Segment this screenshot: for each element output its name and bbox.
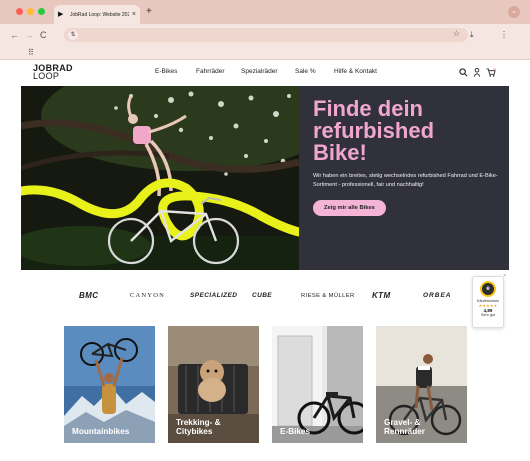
hero-headline: Finde dein refurbished Bike!: [313, 98, 503, 164]
minimize-window-button[interactable]: [27, 8, 34, 15]
jobrad-loop-logo[interactable]: JOBRAD LOOP: [33, 64, 73, 81]
category-label-mountainbikes: Mountainbikes: [72, 427, 129, 436]
tab-close-icon[interactable]: ×: [132, 11, 136, 18]
logo-line-2: LOOP: [33, 71, 60, 81]
brand-cube-logo[interactable]: CUBE: [252, 292, 272, 299]
brand-canyon-logo[interactable]: CANYON: [130, 292, 165, 299]
site-header: JOBRAD LOOP E-Bikes Fahrräder Spezialräd…: [0, 60, 530, 86]
show-all-bikes-button[interactable]: Zeig mir alle Bikes: [313, 200, 386, 216]
play-favicon-icon: ▶: [58, 10, 64, 18]
rating-label: Sehr gut: [480, 313, 496, 317]
site-settings-icon[interactable]: ⇅: [68, 30, 78, 40]
back-icon[interactable]: ←: [10, 29, 19, 41]
badge-close-icon[interactable]: ×: [503, 273, 506, 279]
category-label-line-1: Trekking- &: [176, 418, 221, 427]
trusted-shops-badge[interactable]: × e Käuferschutz ★★★★★ 4,89 Sehr gut: [472, 273, 506, 328]
category-label-e-bikes: E-Bikes: [280, 427, 310, 436]
category-label-line-1: Gravel- &: [384, 418, 421, 427]
nav-item-hilfe-kontakt[interactable]: Hilfe & Kontakt: [334, 68, 377, 75]
category-tile-e-bikes[interactable]: E-Bikes: [272, 326, 363, 443]
category-label-line-2: Citybikes: [176, 427, 213, 436]
forward-icon[interactable]: →: [25, 29, 34, 41]
account-icon[interactable]: [473, 68, 481, 77]
category-label-gravel-rennraeder: Gravel- & Rennräder: [384, 418, 425, 436]
brand-ktm-logo[interactable]: KTM: [372, 291, 391, 300]
apps-grid-icon[interactable]: ⠿: [28, 48, 34, 57]
browser-tab[interactable]: ▶ JobRad Loop: Website 2025 ... ×: [54, 5, 140, 24]
cart-icon[interactable]: [486, 68, 496, 77]
bookmarks-bar: ⠿: [0, 46, 530, 60]
tab-title: JobRad Loop: Website 2025 ...: [70, 11, 129, 18]
close-window-button[interactable]: [16, 8, 23, 15]
brand-riese-mueller-logo[interactable]: RIESE & MÜLLER: [301, 293, 355, 299]
hero-headline-line-2: refurbished: [313, 118, 435, 143]
category-tile-trekking-citybikes[interactable]: Trekking- & Citybikes: [168, 326, 259, 443]
hero-headline-line-3: Bike!: [313, 140, 367, 165]
e-bike-photo: [272, 326, 363, 443]
mountainbike-photo: [64, 326, 155, 443]
tab-search-chevron-icon[interactable]: ⌄: [508, 6, 520, 18]
bookmark-star-icon[interactable]: ☆: [453, 29, 460, 38]
brand-bmc-logo[interactable]: BMC: [79, 291, 98, 300]
hero-banner: Finde dein refurbished Bike! Wir haben e…: [21, 86, 509, 270]
hero-subtext: Wir haben ein breites, stetig wechselnde…: [313, 173, 498, 188]
nav-item-spezialraeder[interactable]: Spezialräder: [241, 68, 278, 75]
browser-menu-icon[interactable]: ⋮: [500, 29, 508, 41]
trusted-shops-seal-icon: e: [480, 281, 496, 297]
brand-orbea-logo[interactable]: ORBEA: [423, 292, 451, 299]
hero-photo-rider-in-tree: [21, 86, 299, 270]
maximize-window-button[interactable]: [38, 8, 45, 15]
category-tile-mountainbikes[interactable]: Mountainbikes: [64, 326, 155, 443]
brand-specialized-logo[interactable]: SPECIALIZED: [190, 292, 237, 299]
new-tab-button[interactable]: +: [146, 6, 152, 18]
browser-toolbar: ← → C ⇅ ☆ ⤓ ⋮: [0, 24, 530, 46]
category-label-line-2: Rennräder: [384, 427, 425, 436]
reload-icon[interactable]: C: [40, 29, 47, 41]
nav-item-e-bikes[interactable]: E-Bikes: [155, 68, 177, 75]
nav-item-sale[interactable]: Sale %: [295, 68, 316, 75]
brand-logo-row: BMC CANYON SPECIALIZED CUBE RIESE & MÜLL…: [70, 291, 470, 306]
hero-headline-line-1: Finde dein: [313, 96, 423, 121]
category-tile-gravel-rennraeder[interactable]: Gravel- & Rennräder: [376, 326, 467, 443]
category-label-line-1: E-Bikes: [280, 427, 311, 436]
download-icon[interactable]: ⤓: [470, 29, 474, 41]
nav-item-fahrraeder[interactable]: Fahrräder: [196, 68, 225, 75]
category-label-line-1: Mountainbikes: [72, 427, 130, 436]
search-icon[interactable]: [459, 68, 468, 77]
hero-copy: Finde dein refurbished Bike! Wir haben e…: [313, 98, 503, 216]
address-bar[interactable]: ⇅ ☆: [64, 28, 468, 42]
browser-tab-bar: ▶ JobRad Loop: Website 2025 ... × + ⌄: [0, 0, 530, 24]
category-label-trekking-citybikes: Trekking- & Citybikes: [176, 418, 221, 436]
